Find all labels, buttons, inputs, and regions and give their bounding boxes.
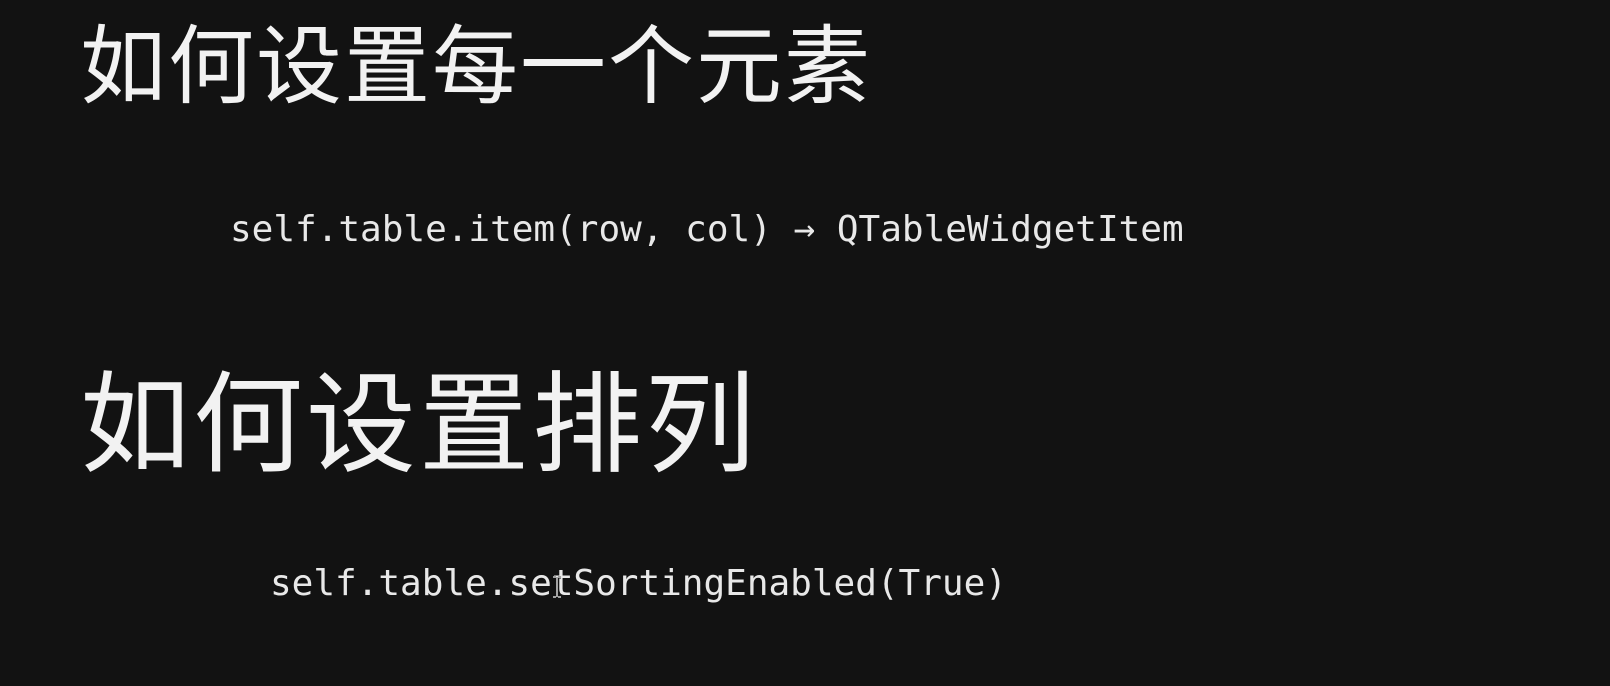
text-cursor-icon [553,576,561,598]
slide: 如何设置每一个元素 self.table.item(row, col) → QT… [0,0,1610,686]
heading-set-each-element: 如何设置每一个元素 [80,17,872,117]
code-set-sorting-enabled: self.table.setSortingEnabled(True) [270,563,1007,604]
heading-set-sorting: 如何设置排列 [80,361,758,489]
code-table-item: self.table.item(row, col) → QTableWidget… [230,209,1184,250]
